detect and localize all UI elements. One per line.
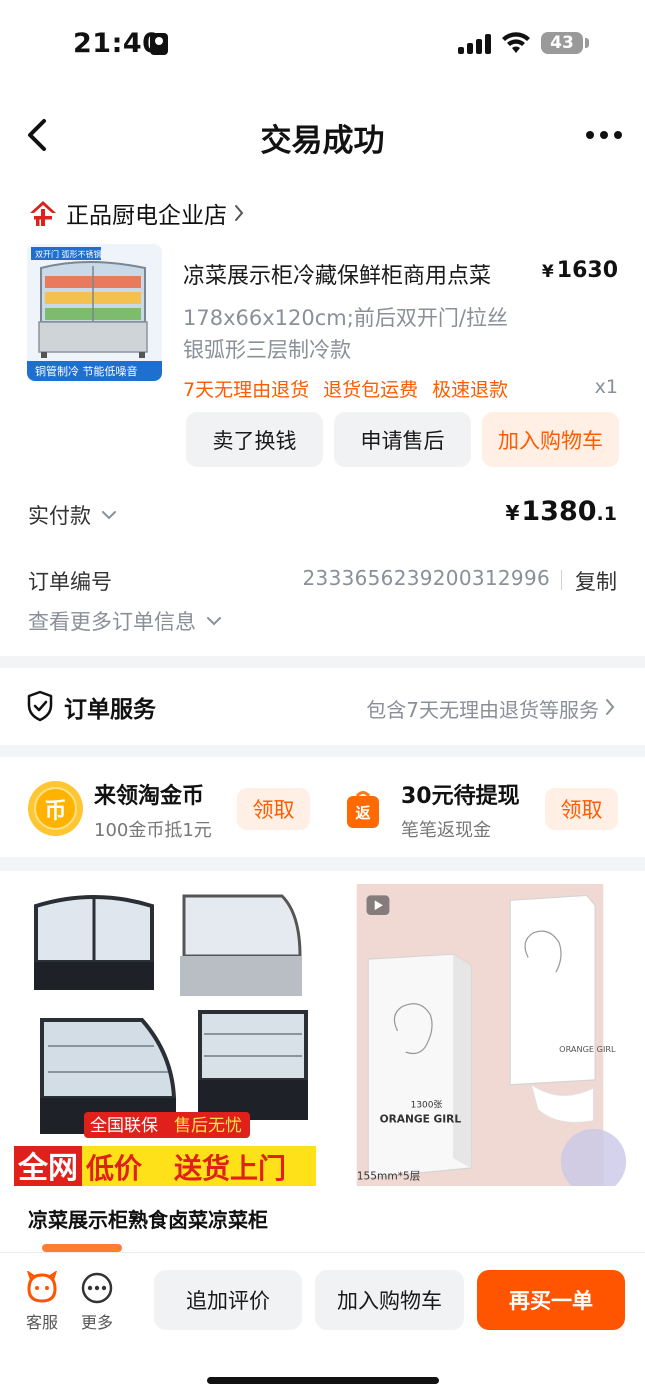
add-review-button[interactable]: 追加评价 — [154, 1270, 302, 1330]
home-indicator — [207, 1377, 439, 1384]
divider — [561, 570, 562, 590]
cellular-signal-icon — [458, 34, 492, 54]
taobao-coin-icon: 币 — [28, 781, 83, 836]
page-title: 交易成功 — [260, 123, 385, 159]
status-time: 21:40 — [73, 28, 162, 59]
after-sale-button[interactable]: 申请售后 — [334, 412, 471, 467]
product-quantity: x1 — [594, 376, 618, 398]
service-tag: 极速退款 — [432, 379, 509, 401]
brand-label: ORANGE GIRL — [380, 1112, 462, 1125]
customer-service-icon — [27, 1271, 57, 1303]
payment-amount: ¥1380.1 — [505, 496, 617, 527]
payment-amount-int: 1380 — [521, 496, 597, 527]
more-order-info-toggle[interactable]: 查看更多订单信息 — [28, 606, 222, 636]
order-service-title: 订单服务 — [64, 697, 156, 723]
claim-rebate-button[interactable]: 领取 — [545, 788, 618, 830]
order-number-label: 订单编号 — [28, 570, 112, 594]
rebate-bag-icon: 返 — [347, 791, 379, 828]
status-bar: 21:40 43 — [0, 0, 645, 90]
size-note: 155mm*5层 — [357, 1169, 421, 1182]
product-image-bottom-label: 铜管制冷 节能低噪音 — [35, 364, 138, 378]
recommendation-title: 凉菜展示柜熟食卤菜凉菜柜 — [28, 1208, 268, 1232]
coin-symbol: 币 — [34, 787, 77, 830]
coin-title: 来领淘金币 — [94, 784, 205, 809]
recommendation-card[interactable]: 全国联保 售后无忧 全网 低价 送货上门 凉菜展示柜熟食卤菜凉菜柜 — [14, 884, 316, 1254]
add-to-cart-button[interactable]: 加入购物车 — [482, 412, 619, 467]
section-divider — [0, 857, 645, 871]
price-currency: ¥ — [541, 262, 554, 282]
sheets-label: 1300张 — [411, 1100, 443, 1111]
payment-currency: ¥ — [505, 501, 520, 525]
brand-label-small: ORANGE GIRL — [559, 1044, 616, 1054]
shield-check-icon — [27, 690, 53, 722]
product-image[interactable]: 双开门 弧形不锈钢 铜管制冷 节能低噪音 — [27, 244, 162, 381]
banner-part-b: 低价 — [85, 1152, 143, 1185]
service-tag: 退货包运费 — [323, 379, 419, 401]
badge-highlight: 售后无忧 — [174, 1116, 242, 1136]
payment-amount-dec: .1 — [596, 503, 617, 525]
more-label: 更多 — [80, 1313, 113, 1332]
bottom-add-to-cart-button[interactable]: 加入购物车 — [315, 1270, 464, 1330]
service-tag: 7天无理由退货 — [183, 379, 310, 401]
rebate-symbol: 返 — [355, 804, 370, 822]
focus-person-icon — [150, 33, 168, 55]
battery-icon: 43 — [541, 32, 583, 54]
display-cabinet-illustration: 双开门 弧形不锈钢 铜管制冷 节能低噪音 — [27, 244, 162, 381]
chevron-down-icon — [102, 511, 116, 520]
customer-service-button[interactable]: 客服 — [17, 1271, 67, 1333]
product-spec-line: 178x66x120cm;前后双开门/拉丝 — [183, 306, 508, 330]
badge-text: 全国联保 — [90, 1116, 158, 1136]
product-spec-line: 银弧形三层制冷款 — [183, 338, 351, 362]
enterprise-shop-icon — [30, 201, 56, 226]
recommendation-card[interactable]: ORANGE GIRL 1300张 ORANGE GIRL 155mm*5层 — [329, 884, 631, 1254]
price-value: 1630 — [556, 258, 618, 283]
claim-coins-button[interactable]: 领取 — [237, 788, 310, 830]
payment-label: 实付款 — [28, 504, 91, 528]
product-image-top-label: 双开门 弧形不锈钢 — [35, 249, 102, 259]
chevron-right-icon — [235, 205, 244, 221]
payment-toggle[interactable]: 实付款 — [28, 500, 117, 530]
rebate-subtitle: 笔笔返现金 — [401, 820, 491, 841]
copy-button[interactable]: 复制 — [575, 566, 617, 596]
order-service-link[interactable]: 包含7天无理由退货等服务 — [366, 694, 599, 723]
sell-button[interactable]: 卖了换钱 — [186, 412, 323, 467]
chevron-right-icon — [606, 699, 615, 715]
cabinet-product-image: 全国联保 售后无忧 全网 低价 送货上门 — [14, 884, 316, 1186]
buy-again-button[interactable]: 再买一单 — [477, 1270, 625, 1330]
section-divider — [0, 656, 645, 668]
wifi-icon — [502, 32, 530, 53]
chevron-down-icon — [207, 617, 221, 626]
rebate-title: 30元待提现 — [401, 784, 520, 809]
product-spec: 178x66x120cm;前后双开门/拉丝 银弧形三层制冷款 — [183, 302, 543, 366]
coin-subtitle: 100金币抵1元 — [94, 820, 212, 841]
shop-name: 正品厨电企业店 — [66, 203, 227, 229]
product-title[interactable]: 凉菜展示柜冷藏保鲜柜商用点菜 — [183, 258, 528, 290]
banner-part-a: 全网 — [17, 1151, 78, 1186]
banner-part-c: 送货上门 — [174, 1152, 286, 1185]
more-button[interactable]: 更多 — [72, 1271, 122, 1333]
battery-tip — [585, 38, 589, 48]
customer-service-label: 客服 — [25, 1313, 58, 1332]
more-order-info-label: 查看更多订单信息 — [28, 610, 196, 634]
tissue-product-image: ORANGE GIRL 1300张 ORANGE GIRL 155mm*5层 — [356, 884, 627, 1186]
shop-link[interactable]: 正品厨电企业店 — [28, 196, 245, 230]
recommendation-price — [42, 1244, 122, 1252]
order-number: 2333656239200312996 — [302, 566, 550, 590]
more-dots-icon — [81, 1272, 113, 1304]
service-tags: 7天无理由退货 退货包运费 极速退款 — [183, 375, 508, 402]
more-options-icon[interactable] — [584, 120, 624, 150]
section-divider — [0, 745, 645, 757]
product-price: ¥1630 — [542, 258, 618, 283]
